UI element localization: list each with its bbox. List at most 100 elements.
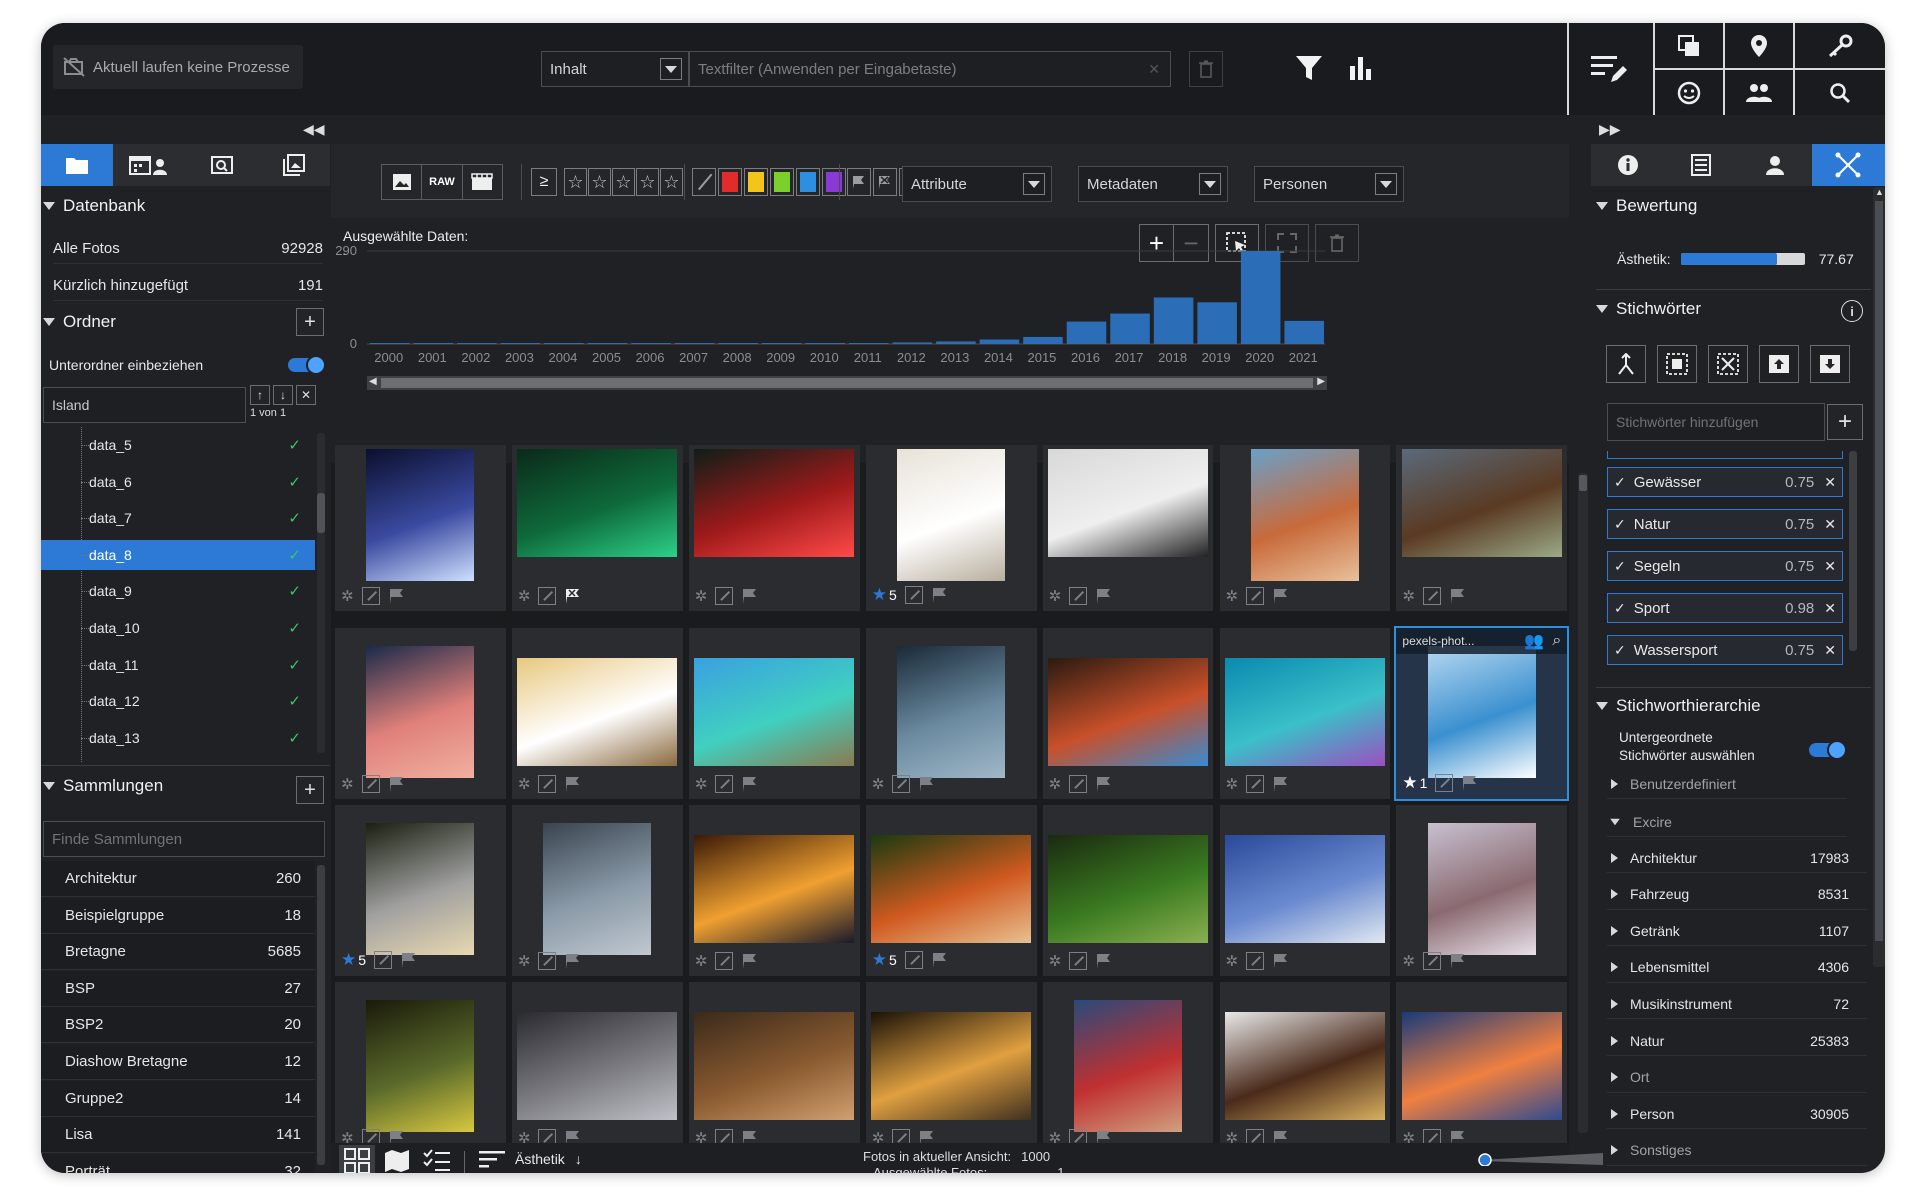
- flag-icon[interactable]: [931, 586, 949, 604]
- collection-item[interactable]: Architektur 260: [41, 861, 315, 897]
- flag-icon[interactable]: [1272, 775, 1290, 793]
- color-label-icon[interactable]: [1246, 951, 1265, 970]
- histogram-bar[interactable]: [674, 343, 715, 344]
- deselect-all-button[interactable]: [1708, 345, 1748, 383]
- subfolders-toggle[interactable]: [288, 355, 326, 375]
- color-label-icon[interactable]: [538, 774, 557, 793]
- histogram-bar[interactable]: [544, 343, 584, 344]
- histogram-bar[interactable]: [718, 343, 758, 344]
- folder-item[interactable]: data_6 ✓: [41, 467, 315, 497]
- no-rating-icon[interactable]: ✲: [518, 952, 531, 970]
- color-label-icon[interactable]: [538, 587, 557, 605]
- collection-item[interactable]: Lisa 141: [41, 1117, 315, 1154]
- color-label-icon[interactable]: [538, 951, 557, 970]
- histogram-bar[interactable]: [805, 343, 845, 344]
- database-section-header[interactable]: Datenbank: [41, 193, 330, 219]
- hierarchy-item[interactable]: Person 30905: [1607, 1099, 1867, 1130]
- filter-type-select[interactable]: Inhalt: [541, 51, 689, 87]
- hier-excire[interactable]: Excire: [1607, 807, 1847, 837]
- sort-direction-icon[interactable]: ↓: [575, 1151, 582, 1167]
- histogram-bar[interactable]: [500, 343, 541, 344]
- color-label-icon[interactable]: [361, 587, 380, 605]
- no-rating-icon[interactable]: ✲: [518, 587, 531, 605]
- flag-icon[interactable]: [388, 775, 406, 793]
- people-button[interactable]: [1725, 70, 1793, 115]
- histogram-bar[interactable]: [1284, 320, 1324, 344]
- photo-thumbnail[interactable]: ✲: [1219, 627, 1391, 799]
- thumbnail-size-slider[interactable]: [1478, 1153, 1603, 1166]
- flag-icon[interactable]: [931, 951, 949, 969]
- scroll-right-icon[interactable]: ▶: [1317, 376, 1325, 387]
- photo-thumbnail[interactable]: ✲: [511, 981, 683, 1153]
- no-rating-icon[interactable]: ✲: [1402, 587, 1415, 605]
- histogram-bar[interactable]: [1066, 321, 1107, 344]
- photo-thumbnail[interactable]: ✲: [1219, 804, 1391, 976]
- histogram-bar[interactable]: [761, 343, 802, 344]
- remove-keyword-icon[interactable]: ✕: [1824, 558, 1836, 575]
- keyword-chip[interactable]: ✓ Gewässer 0.75 ✕: [1607, 467, 1843, 497]
- statistics-button[interactable]: [1343, 49, 1379, 87]
- collection-scrollbar[interactable]: [317, 865, 325, 1165]
- hier-user-defined[interactable]: Benutzerdefiniert: [1607, 769, 1847, 799]
- hierarchy-item[interactable]: Natur 25383: [1607, 1026, 1867, 1056]
- star-rating-icon[interactable]: ★ 5: [872, 585, 897, 605]
- photo-thumbnail[interactable]: ✲: [688, 981, 860, 1153]
- remove-keyword-icon[interactable]: ✕: [1824, 516, 1836, 533]
- close-icon[interactable]: ✕: [296, 385, 316, 405]
- remove-keyword-icon[interactable]: ✕: [1824, 600, 1836, 617]
- hierarchy-item[interactable]: Musikinstrument 72: [1607, 989, 1867, 1020]
- keywords-info-icon[interactable]: i: [1841, 300, 1863, 322]
- star-filter-icon[interactable]: ☆: [612, 168, 635, 196]
- location-button[interactable]: [1725, 23, 1793, 68]
- photo-thumbnail[interactable]: ✲: [1219, 981, 1391, 1153]
- attribute-select[interactable]: Attribute: [902, 166, 1052, 202]
- filter-funnel-button[interactable]: [1291, 49, 1327, 87]
- folder-item[interactable]: data_10 ✓: [41, 613, 315, 643]
- photo-thumbnail[interactable]: ✲: [511, 445, 683, 611]
- photo-thumbnail[interactable]: ✲: [1396, 981, 1568, 1153]
- folders-section-header[interactable]: Ordner: [41, 309, 241, 335]
- text-filter-input[interactable]: Textfilter (Anwenden per Eingabetaste) ✕: [689, 51, 1171, 87]
- photo-thumbnail[interactable]: ✲: [511, 804, 683, 976]
- photo-thumbnail[interactable]: ★ 5: [335, 804, 506, 976]
- photo-thumbnail[interactable]: ✲: [865, 627, 1037, 799]
- add-collection-button[interactable]: +: [296, 776, 324, 804]
- metadata-select[interactable]: Metadaten: [1078, 166, 1228, 202]
- remove-keyword-icon[interactable]: ✕: [1824, 474, 1836, 491]
- face-button[interactable]: [1655, 70, 1723, 115]
- folder-item[interactable]: data_5 ✓: [41, 430, 315, 460]
- star-rating-icon[interactable]: ★ 5: [341, 950, 366, 970]
- histogram-bar[interactable]: [413, 343, 454, 344]
- folder-search-input[interactable]: Island: [43, 387, 246, 423]
- no-rating-icon[interactable]: ✲: [695, 587, 708, 605]
- flag-icon[interactable]: [1272, 587, 1290, 605]
- clear-filter-icon[interactable]: ✕: [1148, 61, 1160, 78]
- duplicates-button[interactable]: [1655, 23, 1723, 68]
- check-icon[interactable]: ✓: [1614, 600, 1626, 617]
- db-item-all-photos[interactable]: Alle Fotos 92928: [53, 234, 323, 264]
- flag-icon[interactable]: [1095, 952, 1113, 970]
- folder-scrollbar[interactable]: [317, 433, 325, 753]
- people-icon[interactable]: 👥: [1524, 631, 1544, 651]
- delete-filter-button[interactable]: [1189, 51, 1223, 87]
- photo-thumbnail[interactable]: ✲: [335, 981, 506, 1153]
- photo-thumbnail[interactable]: ✲: [335, 445, 506, 611]
- color-label-icon[interactable]: [1069, 774, 1088, 793]
- grid-scrollbar[interactable]: [1578, 473, 1588, 1133]
- photo-thumbnail[interactable]: ✲: [1396, 445, 1568, 611]
- histogram-bar[interactable]: [849, 343, 889, 344]
- arrow-up-icon[interactable]: ↑: [250, 385, 270, 405]
- star-rating-icon[interactable]: ★ 1: [1402, 773, 1427, 793]
- db-item-recent[interactable]: Kürzlich hinzugefügt 191: [53, 271, 323, 301]
- color-label-icon[interactable]: [1069, 951, 1088, 970]
- hierarchy-item[interactable]: Getränk 1107: [1607, 916, 1867, 947]
- flag-icon[interactable]: [741, 775, 759, 793]
- collection-item[interactable]: BSP2 20: [41, 1007, 315, 1044]
- color-label-swatch[interactable]: [770, 168, 794, 196]
- color-label-icon[interactable]: [892, 774, 911, 793]
- tab-person[interactable]: [1738, 144, 1812, 186]
- hierarchy-item[interactable]: Architektur 17983: [1607, 843, 1867, 873]
- photo-thumbnail[interactable]: ★ 5: [865, 445, 1037, 611]
- tab-metadata[interactable]: [1665, 144, 1739, 186]
- arrow-down-icon[interactable]: ↓: [273, 385, 293, 405]
